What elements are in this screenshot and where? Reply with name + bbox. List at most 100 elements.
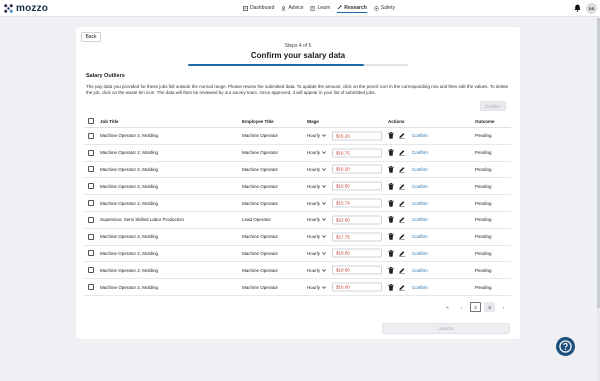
chevron-down-icon [322, 269, 326, 272]
logo-icon [4, 4, 13, 13]
row-checkbox[interactable] [88, 132, 94, 139]
confirm-link[interactable]: Confirm [412, 285, 428, 290]
trash-icon[interactable] [388, 132, 394, 140]
amount-input[interactable]: $17.75 [332, 232, 382, 242]
wage-type-select[interactable]: Hourly [307, 212, 326, 228]
trash-icon[interactable] [388, 165, 394, 173]
page-title: Confirm your salary data [250, 51, 346, 60]
row-actions: Confirm [388, 162, 428, 178]
chevron-down-icon [322, 201, 326, 205]
pencil-icon[interactable] [399, 166, 405, 173]
amount-input[interactable]: $18.00 [332, 265, 382, 275]
amount-input[interactable]: $16.75 [332, 148, 382, 158]
row-checkbox[interactable] [88, 267, 94, 274]
amount-input[interactable]: $16.00 [332, 282, 382, 292]
row-actions: Confirm [388, 178, 428, 194]
wage-type-value: Hourly [307, 150, 321, 156]
row-checkbox[interactable] [88, 250, 94, 257]
select-all-checkbox[interactable] [88, 118, 94, 124]
back-button[interactable]: Back [81, 32, 101, 42]
row-checkbox[interactable] [88, 166, 94, 173]
confirm-link[interactable]: Confirm [412, 251, 428, 256]
trash-icon[interactable] [388, 266, 394, 274]
nav-learn[interactable]: Learn [310, 4, 330, 13]
header-wage: Wage [307, 118, 319, 124]
nav-safety[interactable]: Safety [374, 4, 395, 13]
amount-input[interactable]: $18.00 [332, 248, 382, 258]
avatar[interactable]: DS [586, 3, 597, 14]
wage-type-select[interactable]: Hourly [307, 279, 326, 295]
trash-icon[interactable] [388, 149, 394, 156]
page-button-2[interactable]: 2 [470, 302, 481, 312]
wage-type-value: Hourly [307, 234, 321, 240]
row-actions: Confirm [388, 246, 428, 262]
submit-button[interactable]: Submit [382, 323, 510, 334]
confirm-link[interactable]: Confirm [412, 268, 428, 273]
prev-page-button[interactable]: ‹ [456, 302, 467, 312]
table-row: Machine Operator 2, Molding Machine Opera… [84, 262, 511, 280]
confirm-link[interactable]: Confirm [412, 217, 428, 222]
confirm-link[interactable]: Confirm [412, 167, 428, 172]
amount-input[interactable]: $16.20 [332, 131, 382, 141]
pencil-icon[interactable] [399, 183, 405, 190]
confirm-link[interactable]: Confirm [412, 201, 428, 206]
wage-type-value: Hourly [307, 200, 321, 206]
row-checkbox[interactable] [88, 200, 94, 207]
page-button-3[interactable]: 3 [484, 302, 495, 312]
trash-icon[interactable] [388, 249, 394, 257]
confirm-link[interactable]: Confirm [412, 133, 428, 138]
pencil-icon[interactable] [399, 216, 405, 223]
amount-input[interactable]: $16.50 [332, 181, 382, 191]
wage-type-select[interactable]: Hourly [307, 262, 326, 278]
row-checkbox[interactable] [88, 183, 94, 190]
wage-type-select[interactable]: Hourly [307, 145, 326, 161]
amount-input[interactable]: $22.00 [332, 215, 382, 225]
pencil-icon[interactable] [399, 233, 405, 240]
table-row: Machine Operator 2, Molding Machine Opera… [84, 229, 511, 246]
row-checkbox[interactable] [88, 216, 94, 223]
pencil-icon[interactable] [399, 200, 405, 207]
confirm-link[interactable]: Confirm [412, 150, 428, 155]
wage-type-select[interactable]: Hourly [307, 178, 326, 194]
first-page-button[interactable]: « [442, 302, 453, 312]
pencil-icon[interactable] [399, 250, 405, 257]
row-checkbox[interactable] [88, 284, 94, 291]
row-actions: Confirm [388, 229, 428, 245]
confirm-link[interactable]: Confirm [412, 184, 428, 189]
nav-dashboard[interactable]: Dashboard [243, 4, 274, 13]
row-outcome: Pending [475, 200, 492, 206]
next-page-button[interactable]: › [498, 302, 509, 312]
trash-icon[interactable] [388, 283, 394, 291]
confirm-selected-button[interactable]: Confirm [480, 101, 506, 111]
help-button[interactable] [556, 337, 575, 356]
row-checkbox[interactable] [88, 233, 94, 240]
nav-research[interactable]: Research [337, 4, 367, 13]
row-actions: Confirm [388, 128, 428, 144]
row-employee-title: Machine Operator [242, 183, 279, 189]
pencil-icon[interactable] [399, 267, 405, 274]
table-row: Machine Operator 2, Molding Machine Opera… [84, 195, 511, 212]
bell-icon[interactable] [574, 4, 581, 12]
dashboard-icon [243, 5, 248, 11]
table-row: Machine Operator 2, Molding Machine Opera… [84, 145, 511, 162]
trash-icon[interactable] [388, 199, 394, 207]
amount-input[interactable]: $16.20 [332, 164, 382, 174]
confirm-link[interactable]: Confirm [412, 234, 428, 239]
wage-type-select[interactable]: Hourly [307, 195, 326, 211]
amount-input[interactable]: $15.74 [332, 198, 382, 208]
wage-type-value: Hourly [307, 250, 321, 256]
trash-icon[interactable] [388, 216, 394, 224]
wage-type-select[interactable]: Hourly [307, 128, 326, 144]
row-checkbox[interactable] [88, 149, 94, 156]
wage-type-select[interactable]: Hourly [307, 162, 326, 178]
row-job-title: Supervisor, Semi Skilled Labor Productio… [100, 217, 185, 223]
pencil-icon[interactable] [399, 284, 405, 291]
nav-advice[interactable]: Advice [281, 4, 303, 13]
wage-type-select[interactable]: Hourly [307, 229, 326, 245]
trash-icon[interactable] [388, 233, 394, 240]
pencil-icon[interactable] [399, 132, 405, 139]
logo[interactable]: mozzo [3, 2, 48, 15]
wage-type-select[interactable]: Hourly [307, 246, 326, 262]
trash-icon[interactable] [388, 182, 394, 190]
pencil-icon[interactable] [399, 149, 405, 156]
